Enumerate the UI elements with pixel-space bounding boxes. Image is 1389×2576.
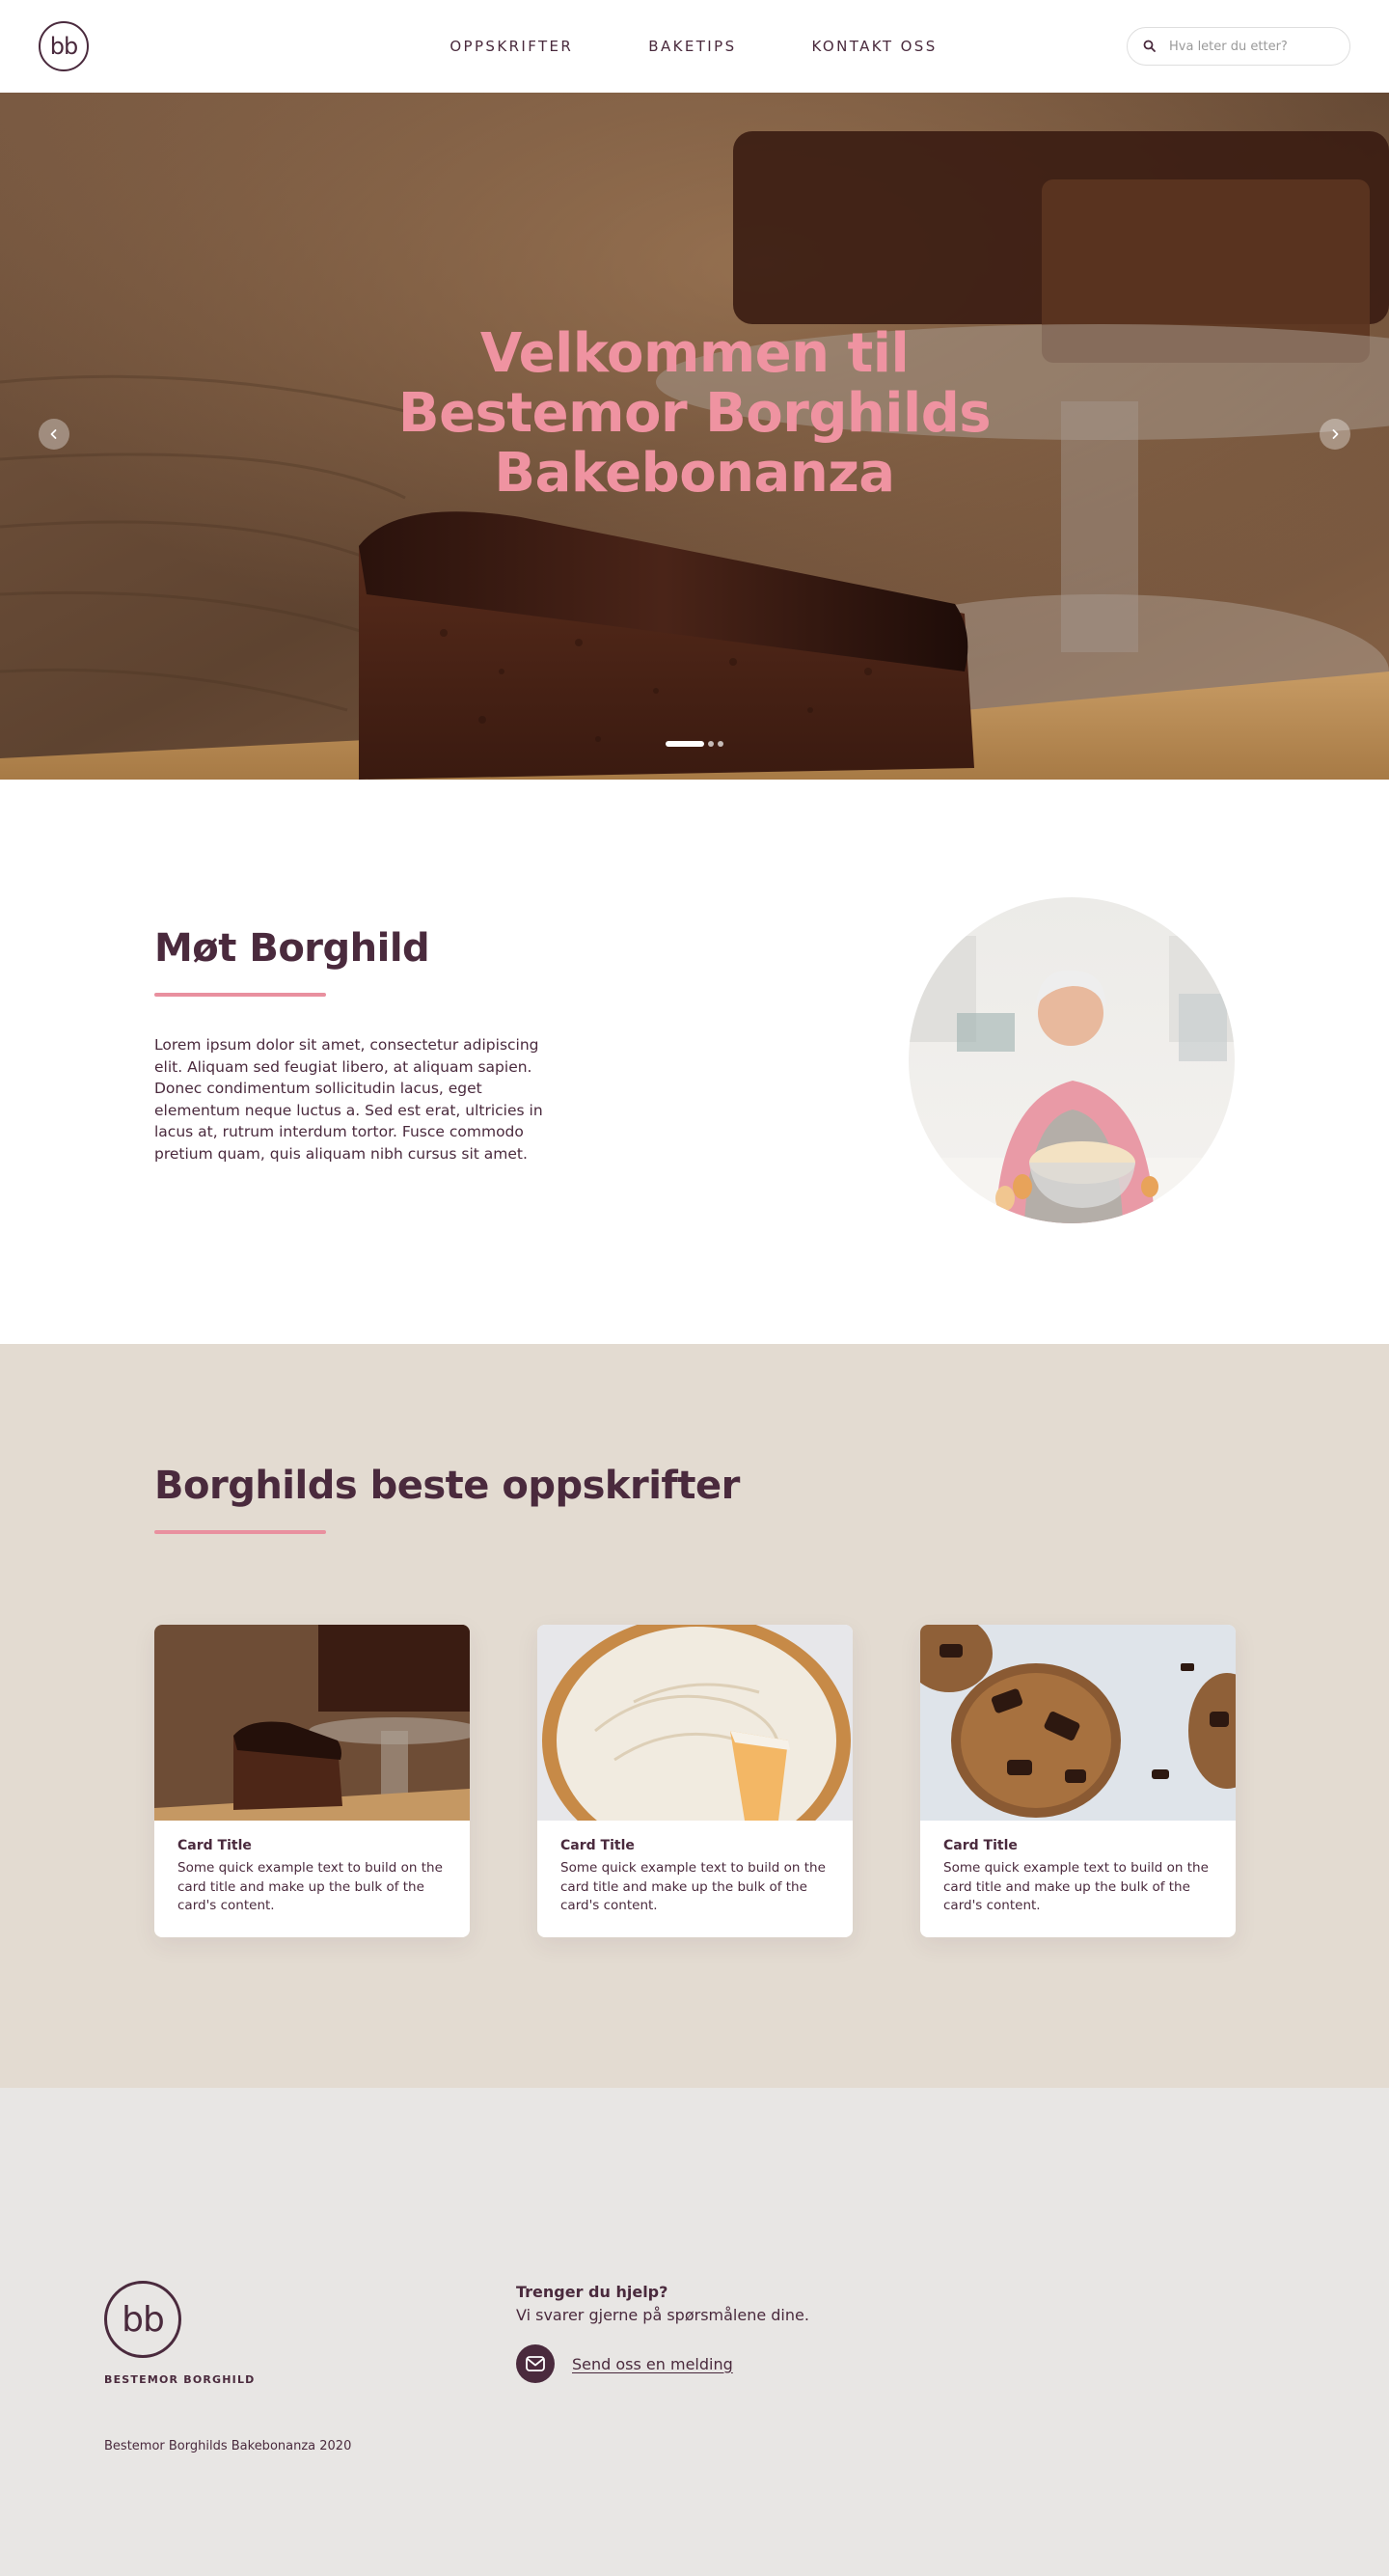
recipes-title: Borghilds beste oppskrifter (154, 1464, 740, 1508)
footer-logo[interactable]: bb (104, 2281, 181, 2358)
recipe-card[interactable]: Card Title Some quick example text to bu… (537, 1625, 853, 1937)
card-text: Some quick example text to build on the … (943, 1860, 1209, 1913)
mail-icon (516, 2344, 555, 2383)
carousel-indicator-3[interactable] (718, 741, 723, 747)
site-header: bb OPPSKRIFTER BAKETIPS KONTAKT OSS (0, 0, 1389, 93)
card-body: Card Title Some quick example text to bu… (537, 1821, 853, 1933)
footer-copyright: Bestemor Borghilds Bakebonanza 2020 (104, 2439, 352, 2453)
carousel-indicator-2[interactable] (708, 741, 714, 747)
about-title-underline (154, 993, 326, 997)
logo[interactable]: bb (39, 21, 89, 71)
contact-label: Send oss en melding (572, 2354, 733, 2373)
recipe-card[interactable]: Card Title Some quick example text to bu… (154, 1625, 470, 1937)
help-text: Vi svarer gjerne på spørsmålene dine. (516, 2306, 809, 2324)
card-body: Card Title Some quick example text to bu… (154, 1821, 470, 1933)
card-text: Some quick example text to build on the … (560, 1860, 826, 1913)
nav-item-baketips[interactable]: BAKETIPS (648, 38, 736, 55)
card-title: Card Title (177, 1838, 252, 1853)
borghild-portrait (909, 897, 1235, 1223)
chevron-left-icon (48, 425, 60, 444)
footer-brand: BESTEMOR BORGHILD (104, 2373, 256, 2386)
hero-title-line-1: Velkommen til (479, 322, 910, 385)
hero-title: Velkommen til Bestemor Borghilds Bakebon… (0, 324, 1389, 504)
about-title: Møt Borghild (154, 926, 430, 971)
carousel-indicator-1[interactable] (666, 741, 704, 747)
hero-carousel: Velkommen til Bestemor Borghilds Bakebon… (0, 93, 1389, 780)
card-body: Card Title Some quick example text to bu… (920, 1821, 1236, 1933)
hero-title-line-2: Bestemor Borghilds (397, 382, 992, 445)
recipe-image-meringue-pie (537, 1625, 853, 1821)
chevron-right-icon (1329, 425, 1341, 444)
card-title: Card Title (943, 1838, 1018, 1853)
recipe-card[interactable]: Card Title Some quick example text to bu… (920, 1625, 1236, 1937)
nav-item-kontakt[interactable]: KONTAKT OSS (812, 38, 938, 55)
carousel-prev-button[interactable] (39, 419, 69, 450)
about-section: Møt Borghild Lorem ipsum dolor sit amet,… (0, 780, 1389, 1344)
search-icon (1143, 38, 1156, 56)
hero-title-line-3: Bakebonanza (494, 442, 895, 505)
site-footer: bb BESTEMOR BORGHILD Bestemor Borghilds … (0, 2088, 1389, 2576)
about-text: Lorem ipsum dolor sit amet, consectetur … (154, 1036, 543, 1163)
contact-link[interactable]: Send oss en melding (516, 2344, 733, 2383)
help-title: Trenger du hjelp? (516, 2283, 668, 2301)
footer-logo-text: bb (122, 2299, 165, 2340)
card-title: Card Title (560, 1838, 635, 1853)
search-input[interactable] (1169, 39, 1323, 54)
recipe-image-cookies (920, 1625, 1236, 1821)
card-text: Some quick example text to build on the … (177, 1860, 443, 1913)
recipes-title-underline (154, 1530, 326, 1534)
recipe-image-chocolate-cake (154, 1625, 470, 1821)
carousel-next-button[interactable] (1320, 419, 1350, 450)
recipes-section: Borghilds beste oppskrifter Card Title S… (0, 1344, 1389, 2088)
search-box[interactable] (1127, 27, 1350, 66)
nav-item-oppskrifter[interactable]: OPPSKRIFTER (449, 38, 573, 55)
logo-text: bb (49, 33, 78, 60)
carousel-indicators (0, 741, 1389, 747)
recipe-cards: Card Title Some quick example text to bu… (154, 1625, 1236, 1937)
